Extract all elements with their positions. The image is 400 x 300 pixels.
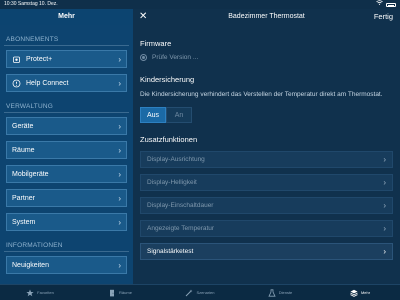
tab-dienste[interactable]: Dienste [240, 285, 320, 300]
section-label-abonnements: ABONNEMENTS [4, 35, 129, 46]
section-label-verwaltung: VERWALTUNG [4, 102, 129, 113]
chevron-right-icon: › [118, 79, 121, 88]
tab-favoriten[interactable]: Favoriten [0, 285, 80, 300]
tab-label: Räume [119, 290, 132, 295]
status-date: Samstag 10. Dez. [17, 1, 58, 7]
firmware-heading: Firmware [140, 39, 172, 48]
help-icon [12, 79, 21, 88]
tab-label: Dienste [278, 290, 293, 295]
sidebar-item-label: Räume [12, 146, 35, 154]
list-item-label: Angezeigte Temperatur [147, 225, 215, 232]
sidebar-item-label: Mobilgeräte [12, 170, 49, 178]
firmware-status: Prüfe Version ... [152, 54, 199, 61]
star-icon [26, 289, 34, 297]
child-lock-toggle: Aus An [140, 107, 400, 123]
door-icon [108, 289, 116, 297]
panel-title: Badezimmer Thermostat [228, 13, 305, 20]
tab-bar: Favoriten Räume Szenarien Dienste Mehr [0, 284, 400, 300]
list-item-display-ausrichtung[interactable]: Display-Ausrichtung › [140, 151, 393, 168]
sidebar-item-partner[interactable]: Partner › [6, 189, 127, 207]
status-bar: 10:30 Samstag 10. Dez. [0, 0, 400, 9]
chevron-right-icon: › [383, 224, 386, 233]
chevron-right-icon: › [383, 178, 386, 187]
list-item-angezeigte-temperatur[interactable]: Angezeigte Temperatur › [140, 220, 393, 237]
extras-heading: Zusatzfunktionen [140, 135, 198, 144]
list-item-label: Display-Helligkeit [147, 179, 197, 186]
sidebar-item-label: Partner [12, 194, 35, 202]
sidebar: Mehr ABONNEMENTS Protect+ › Help Connect… [0, 9, 133, 284]
sidebar-item-system[interactable]: System › [6, 213, 127, 231]
chevron-right-icon: › [118, 170, 121, 179]
sidebar-item-label: Help Connect [26, 79, 69, 87]
tab-label: Mehr [360, 290, 371, 295]
panel-header: ✕ Badezimmer Thermostat Fertig [133, 9, 400, 25]
chevron-right-icon: › [118, 261, 121, 270]
section-label-informationen: INFORMATIONEN [4, 241, 129, 252]
chevron-right-icon: › [118, 194, 121, 203]
device-settings-panel: ✕ Badezimmer Thermostat Fertig Firmware … [133, 9, 400, 284]
sidebar-item-protect-plus[interactable]: Protect+ › [6, 50, 127, 68]
sidebar-item-mobilgeraete[interactable]: Mobilgeräte › [6, 165, 127, 183]
list-item-display-einschaltdauer[interactable]: Display-Einschaltdauer › [140, 197, 393, 214]
battery-icon [386, 2, 396, 7]
chevron-right-icon: › [383, 201, 386, 210]
firmware-status-row: Prüfe Version ... [133, 54, 400, 61]
sidebar-item-label: System [12, 218, 36, 226]
toggle-option-an[interactable]: An [166, 107, 192, 123]
tab-label: Favoriten [37, 290, 54, 295]
flask-icon [268, 288, 276, 297]
tab-szenarien[interactable]: Szenarien [160, 285, 240, 300]
list-item-label: Signalstärketest [147, 248, 194, 255]
chevron-right-icon: › [383, 155, 386, 164]
loading-spinner-icon [140, 54, 147, 61]
protect-icon [12, 55, 21, 64]
list-item-label: Display-Ausrichtung [147, 156, 205, 163]
sidebar-item-geraete[interactable]: Geräte › [6, 117, 127, 135]
extras-list: Display-Ausrichtung › Display-Helligkeit… [133, 151, 400, 260]
chevron-right-icon: › [383, 247, 386, 256]
list-item-label: Display-Einschaltdauer [147, 202, 214, 209]
sidebar-item-raeume[interactable]: Räume › [6, 141, 127, 159]
sidebar-item-label: Geräte [12, 122, 34, 130]
child-lock-heading: Kindersicherung [140, 75, 195, 84]
sidebar-item-neuigkeiten[interactable]: Neuigkeiten › [6, 256, 127, 274]
chevron-right-icon: › [118, 55, 121, 64]
tab-label: Szenarien [196, 290, 215, 295]
tab-raeume[interactable]: Räume [80, 285, 160, 300]
sidebar-item-label: Neuigkeiten [12, 261, 49, 269]
stack-icon [350, 289, 358, 297]
list-item-display-helligkeit[interactable]: Display-Helligkeit › [140, 174, 393, 191]
toggle-option-aus[interactable]: Aus [140, 107, 166, 123]
child-lock-description: Die Kindersicherung verhindert das Verst… [140, 91, 383, 98]
status-time: 10:30 [4, 1, 17, 7]
sidebar-item-label: Protect+ [26, 55, 53, 63]
wand-icon [185, 289, 193, 297]
tab-mehr[interactable]: Mehr [320, 285, 400, 300]
done-button[interactable]: Fertig [374, 9, 393, 25]
list-item-signalstaerketest[interactable]: Signalstärketest › [140, 243, 393, 260]
chevron-right-icon: › [118, 218, 121, 227]
wifi-icon [376, 0, 383, 9]
chevron-right-icon: › [118, 122, 121, 131]
chevron-right-icon: › [118, 146, 121, 155]
sidebar-title: Mehr [0, 9, 133, 25]
sidebar-item-help-connect[interactable]: Help Connect › [6, 74, 127, 92]
